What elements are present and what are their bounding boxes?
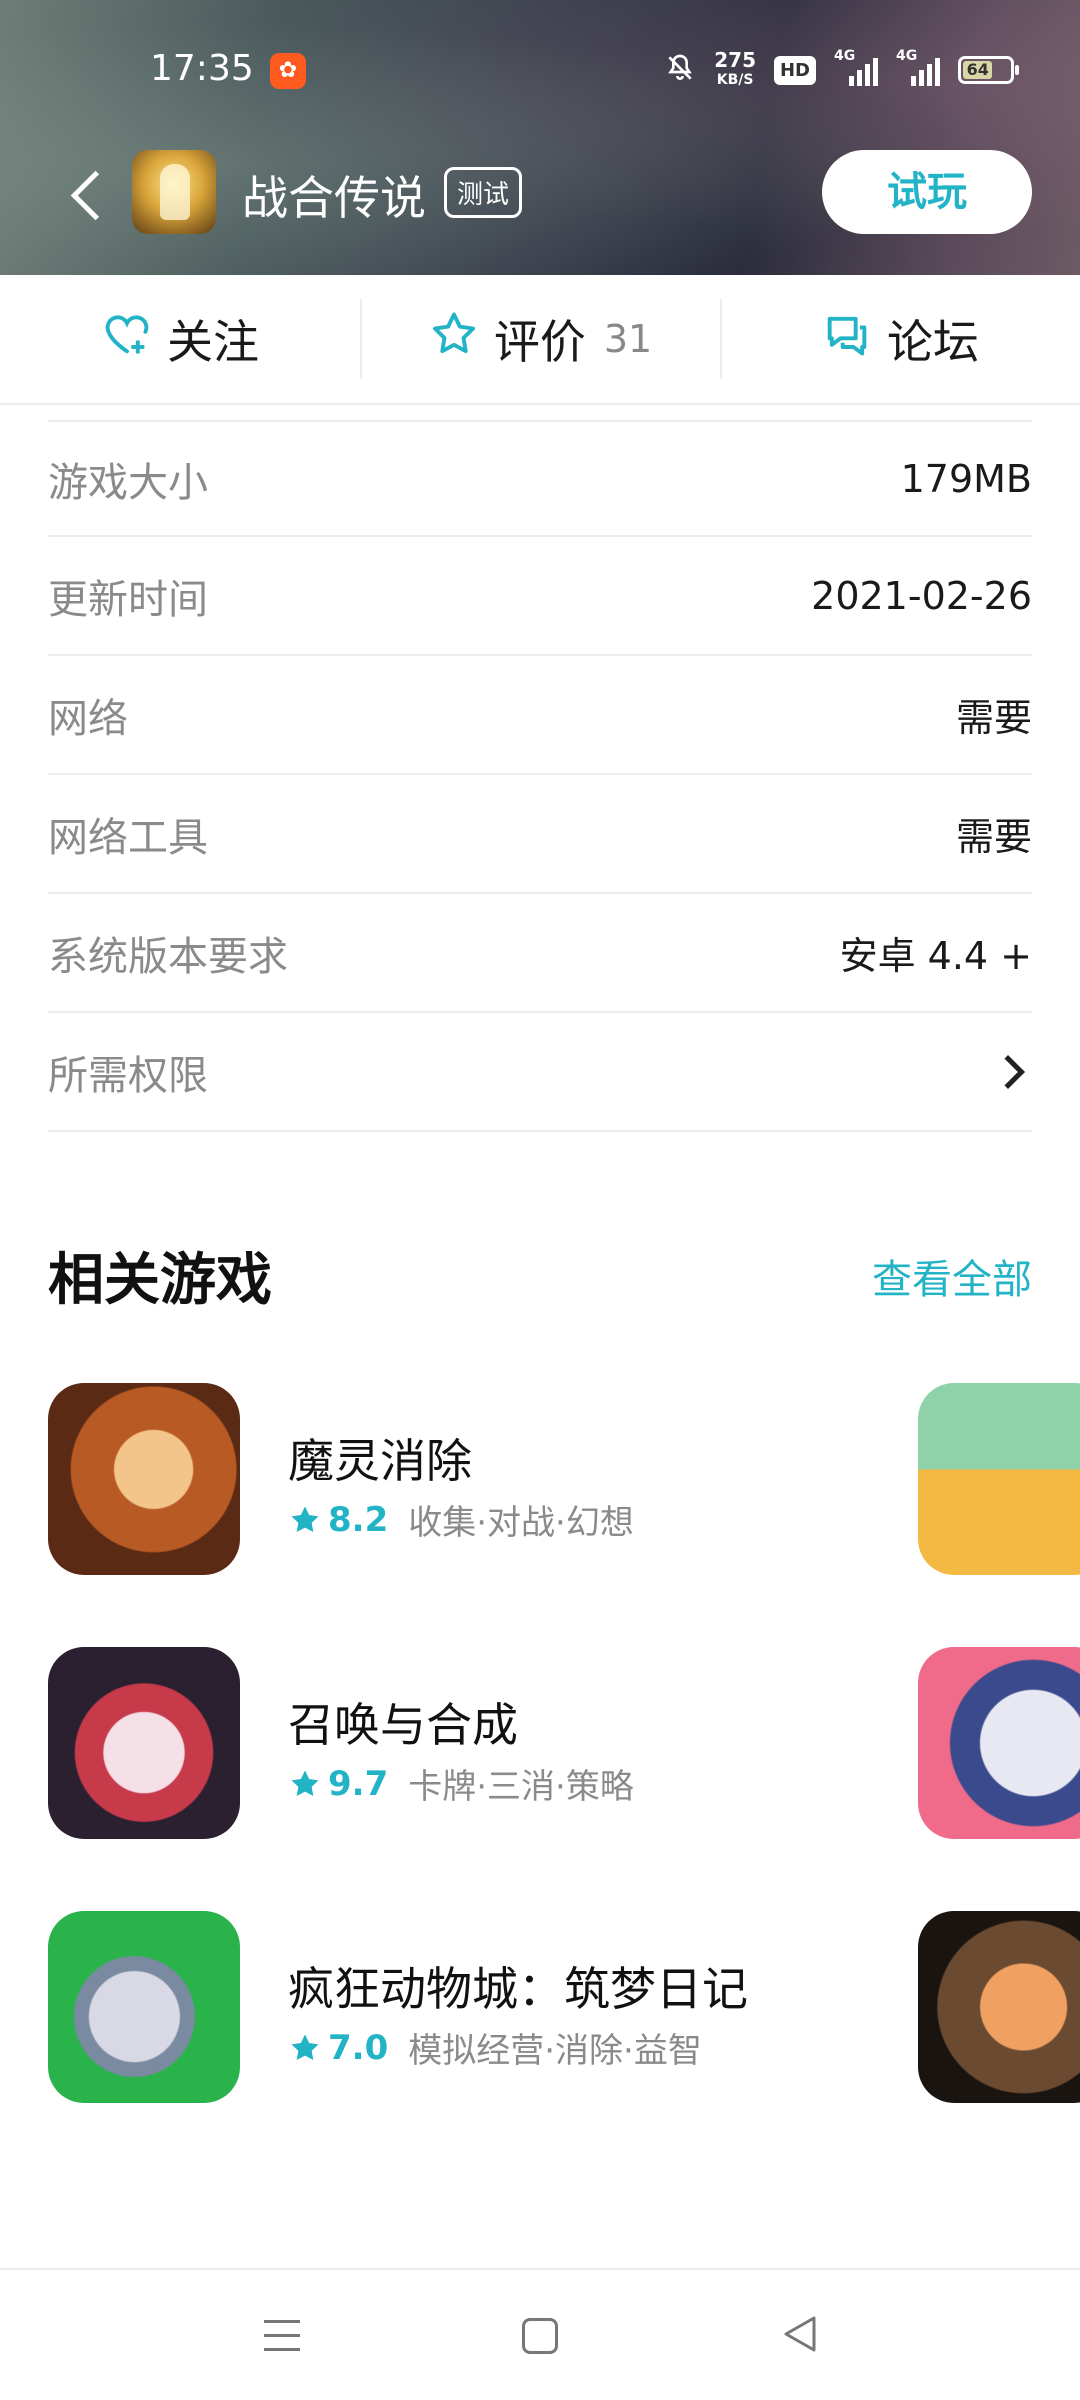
status-time: 17:35 (150, 48, 254, 89)
battery-icon: 64 (958, 56, 1019, 84)
info-value: 需要 (955, 696, 1032, 740)
related-games-header: 相关游戏 查看全部 (48, 1235, 1032, 1316)
menu-icon[interactable] (264, 2320, 300, 2352)
info-label: 更新时间 (48, 576, 208, 623)
app-header: 17:35 ✿ 275 KB/S HD 4G 4G 64 战合传说 测试 试玩 (0, 0, 1080, 275)
info-row-permissions[interactable]: 所需权限 (48, 1013, 1032, 1132)
info-row-os-requirement: 系统版本要求 安卓 4.4 + (48, 894, 1032, 1013)
review-count: 31 (603, 317, 653, 361)
hd-voice-icon: HD (773, 55, 816, 85)
info-row-size: 游戏大小 179MB (48, 420, 1032, 537)
related-game-name: 召唤与合成 (288, 1698, 518, 1752)
status-bar: 17:35 ✿ 275 KB/S HD 4G 4G 64 (0, 0, 1080, 140)
game-info-list: 游戏大小 179MB 更新时间 2021-02-26 网络 需要 网络工具 需要… (48, 420, 1032, 1132)
game-tags: 收集·对战·幻想 (408, 1503, 634, 1543)
info-label: 系统版本要求 (48, 933, 288, 980)
system-nav-bar (0, 2268, 1080, 2400)
game-thumbnail[interactable] (48, 1911, 240, 2103)
game-title: 战合传说 (242, 171, 426, 225)
star-filled-icon (291, 1770, 319, 1796)
try-play-button[interactable]: 试玩 (822, 150, 1032, 234)
game-thumbnail[interactable] (48, 1647, 240, 1839)
game-tags: 模拟经营·消除·益智 (408, 2031, 702, 2071)
star-outline-icon (428, 308, 480, 371)
info-value: 需要 (955, 815, 1032, 859)
title-bar: 战合传说 测试 试玩 (0, 140, 1080, 250)
signal-strength-icon-2: 4G (896, 48, 940, 86)
chat-bubbles-icon (821, 308, 873, 371)
game-thumbnail-partial[interactable] (918, 1911, 1080, 2103)
related-game-item[interactable]: 魔灵消除 8.2 收集·对战·幻想 (48, 1383, 1080, 1575)
game-thumbnail-partial[interactable] (918, 1383, 1080, 1575)
forum-tab[interactable]: 论坛 (720, 275, 1080, 403)
rating-value: 9.7 (328, 1763, 389, 1804)
game-thumbnail-partial[interactable] (918, 1647, 1080, 1839)
related-game-name: 魔灵消除 (288, 1434, 472, 1488)
mute-bell-icon (664, 52, 696, 88)
follow-tab[interactable]: 关注 (0, 275, 360, 403)
related-game-name: 疯狂动物城：筑梦日记 (288, 1962, 748, 2016)
forum-label: 论坛 (887, 315, 979, 369)
info-label: 所需权限 (48, 1052, 208, 1099)
chevron-right-icon (991, 1054, 1025, 1089)
info-value: 179MB (900, 456, 1032, 501)
game-tags: 卡牌·三消·策略 (408, 1767, 634, 1807)
see-all-link[interactable]: 查看全部 (872, 1247, 1032, 1305)
info-label: 网络工具 (48, 814, 208, 861)
star-filled-icon (291, 1506, 319, 1532)
network-speed: 275 KB/S (714, 50, 756, 90)
related-game-meta: 9.7 卡牌·三消·策略 (288, 1759, 634, 1808)
status-indicators: 275 KB/S HD 4G 4G 64 (664, 48, 1019, 92)
related-game-meta: 8.2 收集·对战·幻想 (288, 1495, 634, 1544)
related-game-item[interactable]: 疯狂动物城：筑梦日记 7.0 模拟经营·消除·益智 (48, 1911, 1080, 2103)
back-arrow-icon[interactable] (60, 160, 120, 230)
star-filled-icon (291, 2034, 319, 2060)
heart-plus-icon (101, 308, 153, 371)
info-row-update-time: 更新时间 2021-02-26 (48, 537, 1032, 656)
battery-level: 64 (963, 61, 993, 79)
notification-app-icon: ✿ (270, 53, 306, 89)
info-row-network: 网络 需要 (48, 656, 1032, 775)
section-title: 相关游戏 (48, 1248, 272, 1313)
related-game-meta: 7.0 模拟经营·消除·益智 (288, 2023, 702, 2072)
review-label: 评价 (493, 315, 586, 369)
action-tabs: 关注 评价 31 论坛 (0, 275, 1080, 405)
network-speed-unit: KB/S (716, 72, 754, 88)
rating-value: 8.2 (328, 1499, 389, 1540)
follow-label: 关注 (167, 315, 259, 369)
related-game-item[interactable]: 召唤与合成 9.7 卡牌·三消·策略 (48, 1647, 1080, 1839)
signal-strength-icon: 4G (834, 48, 878, 86)
network-speed-value: 275 (714, 48, 756, 72)
info-row-network-tools: 网络工具 需要 (48, 775, 1032, 894)
back-triangle-icon[interactable] (782, 2314, 818, 2354)
info-label: 游戏大小 (48, 459, 208, 506)
info-value: 2021-02-26 (811, 573, 1032, 618)
game-icon (132, 150, 216, 234)
info-label: 网络 (48, 695, 128, 742)
home-square-icon[interactable] (522, 2318, 558, 2354)
game-thumbnail[interactable] (48, 1383, 240, 1575)
info-value: 安卓 4.4 + (839, 934, 1032, 978)
review-tab[interactable]: 评价 31 (360, 275, 720, 403)
test-badge: 测试 (444, 167, 523, 218)
rating-value: 7.0 (328, 2027, 389, 2068)
